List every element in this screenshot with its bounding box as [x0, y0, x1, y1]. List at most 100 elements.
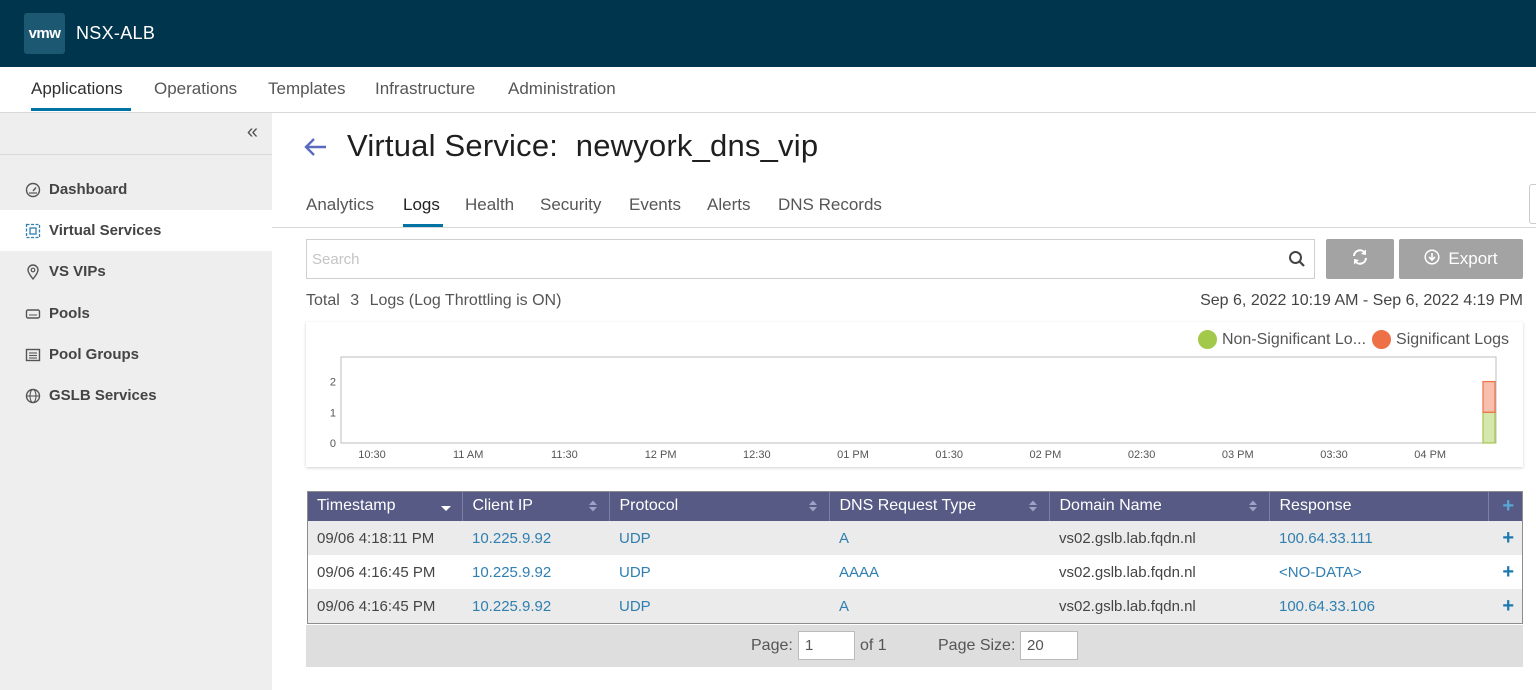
sidebar-item-gslb-services[interactable]: GSLB Services [0, 375, 272, 416]
x-tick-label: 04 PM [1414, 449, 1446, 461]
page-number-input[interactable] [798, 631, 855, 660]
cell-domain-name: vs02.gslb.lab.fqdn.nl [1049, 555, 1269, 589]
cell-protocol[interactable]: UDP [609, 555, 829, 589]
page-size-input[interactable] [1020, 631, 1078, 660]
x-tick-label: 11:30 [551, 449, 578, 461]
tab-health[interactable]: Health [465, 195, 514, 215]
legend-item-non-significant[interactable]: Non-Significant Lo... [1197, 330, 1366, 349]
sidebar-item-pool-groups[interactable]: Pool Groups [0, 334, 272, 375]
map-pin-icon [24, 263, 42, 281]
sidebar-item-label: GSLB Services [49, 387, 157, 404]
table-row[interactable]: 09/06 4:16:45 PM 10.225.9.92 UDP AAAA vs02.g… [307, 555, 1523, 589]
cell-dns-request-type[interactable]: A [829, 521, 1049, 555]
legend-label: Significant Logs [1396, 330, 1509, 348]
table-row[interactable]: 09/06 4:16:45 PM 10.225.9.92 UDP Avs02.gslb… [307, 589, 1523, 623]
tab-events[interactable]: Events [629, 195, 681, 215]
sort-icon [807, 499, 819, 518]
cell-response[interactable]: 100.64.33.106 [1269, 589, 1488, 623]
tab-dns-records[interactable]: DNS Records [778, 195, 882, 215]
x-tick-label: 11 AM [453, 449, 483, 461]
sidebar-item-vs-vips[interactable]: VS VIPs [0, 251, 272, 292]
tab-alerts[interactable]: Alerts [707, 195, 750, 215]
nav-operations[interactable]: Operations [154, 79, 237, 99]
legend-dot [1197, 330, 1217, 349]
cell-protocol[interactable]: UDP [609, 589, 829, 623]
sidebar-item-label: Pools [49, 305, 90, 322]
nav-templates[interactable]: Templates [268, 79, 345, 99]
x-tick-label: 03 PM [1222, 449, 1254, 461]
sort-icon [1247, 499, 1259, 518]
tab-security[interactable]: Security [540, 195, 601, 215]
cell-response[interactable]: 100.64.33.111 [1269, 521, 1488, 555]
table-header-row: Timestamp Client IP Protocol DNS Request Ty… [307, 491, 1523, 521]
back-arrow-icon[interactable] [303, 134, 329, 165]
page-label: Page: [751, 637, 793, 654]
column-chooser-header[interactable]: + [1488, 491, 1523, 521]
sidebar-item-dashboard[interactable]: Dashboard [0, 169, 272, 210]
cell-client-ip[interactable]: 10.225.9.92 [462, 555, 609, 589]
column-header-label: Domain Name [1059, 497, 1162, 514]
bar-segment [1482, 380, 1496, 413]
nav-infrastructure[interactable]: Infrastructure [375, 79, 475, 99]
tab-analytics[interactable]: Analytics [306, 195, 374, 215]
search-input[interactable] [307, 240, 1267, 278]
x-tick-label: 10:30 [358, 449, 386, 461]
column-header-protocol[interactable]: Protocol [609, 491, 830, 521]
page-size-label: Page Size: [938, 637, 1016, 654]
search-icon[interactable] [1288, 250, 1306, 273]
sidebar-item-virtual-services[interactable]: Virtual Services [0, 210, 272, 251]
list-box-icon [24, 346, 42, 364]
log-histogram-chart: 0 1 2 10:30 11 AM 11:30 12 PM 12:30 01 PM 01:30 02… [306, 322, 1523, 467]
page-title-name: newyork_dns_vip [575, 128, 819, 163]
sidebar-item-pools[interactable]: Pools [0, 293, 272, 334]
expand-row-icon[interactable]: + [1488, 555, 1523, 589]
column-header-dns-request-type[interactable]: DNS Request Type [829, 491, 1050, 521]
legend-item-significant[interactable]: Significant Logs [1372, 330, 1509, 349]
x-tick-label: 12:30 [743, 449, 771, 461]
search-box [306, 239, 1315, 279]
page-of-label: of 1 [860, 637, 887, 654]
table-row[interactable]: 09/06 4:18:11 PM 10.225.9.92 UDP Avs02.gslb… [307, 521, 1523, 555]
cell-client-ip[interactable]: 10.225.9.92 [462, 589, 609, 623]
cell-timestamp: 09/06 4:18:11 PM [307, 521, 462, 555]
cell-dns-request-type[interactable]: A [829, 589, 1049, 623]
sidebar-item-label: Dashboard [49, 181, 128, 198]
page-title-prefix: Virtual Service: [347, 128, 559, 163]
log-total: Total 3 Logs (Log Throttling is ON) [306, 292, 567, 310]
tab-active-indicator [403, 224, 443, 227]
x-tick-label: 02 PM [1030, 449, 1062, 461]
globe-icon [24, 387, 42, 405]
cell-client-ip[interactable]: 10.225.9.92 [462, 521, 609, 555]
x-tick-label: 01 PM [837, 449, 869, 461]
add-column-icon[interactable]: + [1502, 495, 1514, 517]
expand-row-icon[interactable]: + [1488, 589, 1523, 623]
nav-applications[interactable]: Applications [31, 79, 123, 99]
cell-dns-request-type[interactable]: AAAA [829, 555, 1049, 589]
export-label: Export [1448, 249, 1498, 268]
sidebar-item-label: VS VIPs [49, 263, 106, 280]
sidebar-item-label: Virtual Services [49, 222, 162, 239]
double-chevron-left-icon[interactable]: « [247, 121, 258, 144]
sort-icon [587, 499, 599, 518]
cell-response[interactable]: <NO-DATA> [1269, 555, 1488, 589]
column-header-label: Protocol [619, 497, 679, 514]
cell-protocol[interactable]: UDP [609, 521, 829, 555]
nav-administration[interactable]: Administration [508, 79, 616, 99]
export-button[interactable]: Export [1399, 239, 1523, 279]
side-panel-handle[interactable] [1529, 184, 1536, 224]
column-header-client-ip[interactable]: Client IP [462, 491, 610, 521]
tab-logs[interactable]: Logs [403, 195, 440, 215]
main-nav: Applications Operations Templates Infras… [0, 67, 1536, 113]
vmware-logo[interactable]: vmw [24, 13, 65, 54]
refresh-button[interactable] [1326, 239, 1394, 279]
column-header-domain-name[interactable]: Domain Name [1049, 491, 1270, 521]
x-tick-label: 02:30 [1128, 449, 1156, 461]
column-header-timestamp[interactable]: Timestamp [307, 491, 463, 521]
date-range[interactable]: Sep 6, 2022 10:19 AM - Sep 6, 2022 4:19 … [1200, 292, 1523, 310]
y-tick-label: 1 [330, 407, 336, 419]
column-header-response[interactable]: Response [1269, 491, 1489, 521]
expand-row-icon[interactable]: + [1488, 521, 1523, 555]
cell-timestamp: 09/06 4:16:45 PM [307, 589, 462, 623]
cell-domain-name: vs02.gslb.lab.fqdn.nl [1049, 589, 1269, 623]
column-header-label: Timestamp [317, 497, 396, 514]
